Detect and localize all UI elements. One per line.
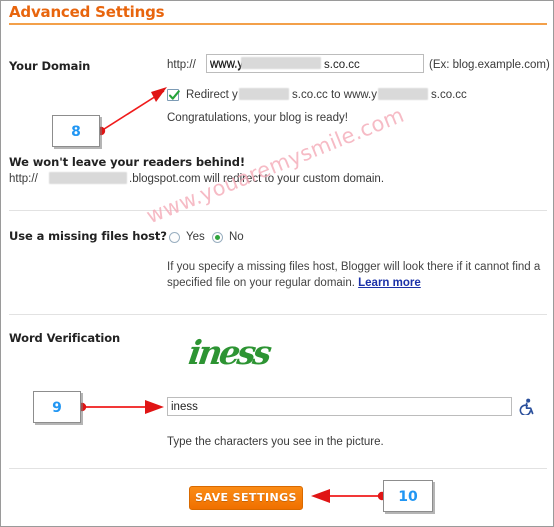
readers-url-prefix: http:// [9, 173, 38, 185]
readers-url-suffix: .blogspot.com will redirect to your cust… [129, 173, 385, 185]
word-verification-input[interactable] [167, 397, 512, 416]
redirect-redacted-block-2 [378, 88, 428, 100]
readers-redacted-block [49, 172, 127, 184]
missing-files-radio-yes[interactable] [169, 232, 180, 243]
missing-files-radio-yes-label: Yes [186, 231, 205, 243]
title-divider [9, 23, 547, 25]
domain-example-hint: (Ex: blog.example.com) [429, 59, 550, 71]
redirect-redacted-block-1 [239, 88, 289, 100]
learn-more-link[interactable]: Learn more [358, 277, 421, 289]
word-verification-label: Word Verification [9, 331, 121, 345]
annotation-callout-10: 10 [383, 480, 433, 512]
redirect-checkbox[interactable] [167, 89, 180, 101]
annotation-callout-9: 9 [33, 391, 81, 423]
wheelchair-icon[interactable] [518, 398, 534, 419]
divider-after-domain [9, 210, 547, 211]
domain-redacted-block [241, 57, 321, 69]
missing-files-description-line1: If you specify a missing files host, Blo… [167, 261, 541, 273]
redirect-text-part3: s.co.cc [431, 89, 467, 101]
missing-files-description: If you specify a missing files host, Blo… [167, 259, 547, 291]
page-header: Advanced Settings [9, 3, 547, 25]
congratulations-text: Congratulations, your blog is ready! [167, 112, 348, 124]
redirect-text-part1: Redirect y [186, 89, 238, 101]
readers-heading: We won't leave your readers behind! [9, 155, 245, 169]
captcha-image: iness [186, 333, 272, 372]
word-verification-instruction: Type the characters you see in the pictu… [167, 436, 384, 448]
protocol-prefix-label: http:// [167, 59, 196, 71]
checkmark-icon [168, 90, 180, 100]
missing-files-radio-no-label: No [229, 231, 244, 243]
divider-after-missing-files [9, 314, 547, 315]
redirect-text-part2: s.co.cc to www.y [292, 89, 377, 101]
missing-files-description-line2: specified file on your regular domain. [167, 277, 355, 289]
page-title: Advanced Settings [9, 3, 165, 21]
missing-files-radio-no[interactable] [212, 232, 223, 243]
save-settings-button[interactable]: SAVE SETTINGS [189, 486, 303, 510]
annotation-callout-8: 8 [52, 115, 100, 147]
divider-after-word-verification [9, 468, 547, 469]
your-domain-label: Your Domain [9, 59, 91, 73]
missing-files-host-label: Use a missing files host? [9, 229, 167, 243]
advanced-settings-panel: Advanced Settings Your Domain http:// ww… [0, 0, 554, 527]
